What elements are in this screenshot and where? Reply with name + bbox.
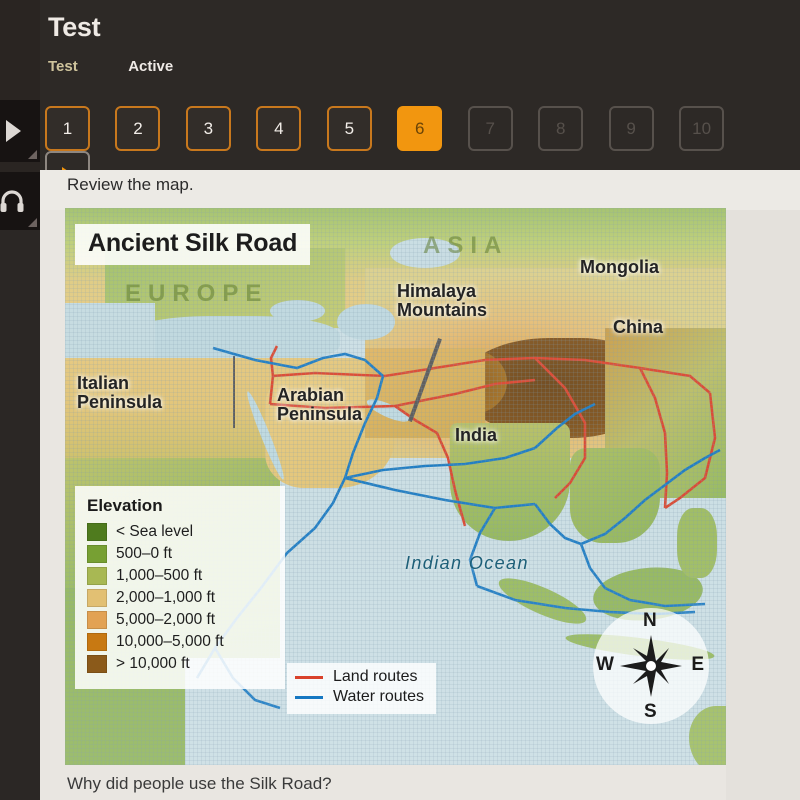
pointer-icon[interactable] <box>0 100 40 162</box>
question-button-10[interactable]: 10 <box>679 106 725 151</box>
compass-south: S <box>644 701 657 722</box>
compass-north: N <box>643 610 657 631</box>
continent-label-europe: EUROPE <box>125 280 269 307</box>
app-header: Test Test Active 1 2 3 4 5 6 7 8 9 10 <box>0 0 800 230</box>
question-button-1[interactable]: 1 <box>45 106 90 151</box>
question-button-5[interactable]: 5 <box>326 106 372 151</box>
page-right-gutter <box>726 210 800 800</box>
place-label-himalaya-mountains: Himalaya Mountains <box>397 281 487 321</box>
question-button-3[interactable]: 3 <box>185 106 231 151</box>
legend-item: 2,000–1,000 ft <box>87 589 275 607</box>
place-label-india: India <box>455 425 498 445</box>
tab-test[interactable]: Test <box>48 58 78 75</box>
compass-east: E <box>691 654 704 675</box>
question-button-8[interactable]: 8 <box>538 106 584 151</box>
ocean-label-indian-ocean: Indian Ocean <box>405 553 529 573</box>
route-legend-item: Water routes <box>295 688 424 706</box>
tab-active[interactable]: Active <box>128 58 173 75</box>
compass-west: W <box>596 654 614 675</box>
land-route-swatch <box>295 675 323 679</box>
legend-swatch <box>87 589 107 607</box>
legend-label: 5,000–2,000 ft <box>116 611 216 628</box>
legend-swatch <box>87 633 107 651</box>
legend-item: < Sea level <box>87 523 275 541</box>
legend-label: < Sea level <box>116 523 194 540</box>
review-prompt: Review the map. <box>67 175 194 194</box>
headphones-glyph <box>0 190 24 212</box>
legend-swatch <box>87 523 107 541</box>
continent-label-asia: ASIA <box>423 232 509 259</box>
place-label-italian-peninsula: Italian Peninsula <box>77 373 163 413</box>
silk-road-map: Ancient Silk Road EUROPE ASIA Mongolia H… <box>65 208 726 765</box>
scale-marker <box>233 356 235 428</box>
headphones-icon[interactable] <box>0 172 40 230</box>
place-label-arabian-peninsula: Arabian Peninsula <box>277 385 363 425</box>
legend-swatch <box>87 567 107 585</box>
water-route-label: Water routes <box>333 688 424 705</box>
legend-label: 1,000–500 ft <box>116 567 203 584</box>
compass-rose: N S W E <box>593 608 709 724</box>
legend-swatch <box>87 545 107 563</box>
legend-label: 500–0 ft <box>116 545 173 562</box>
legend-item: 10,000–5,000 ft <box>87 633 275 651</box>
legend-label: 10,000–5,000 ft <box>116 633 224 650</box>
legend-title: Elevation <box>87 496 163 515</box>
elevation-legend: Elevation < Sea level 500–0 ft 1,000–500… <box>75 486 285 689</box>
screen: Test Test Active 1 2 3 4 5 6 7 8 9 10 Re… <box>0 0 800 800</box>
question-button-6[interactable]: 6 <box>397 106 443 151</box>
question-button-9[interactable]: 9 <box>608 106 654 151</box>
question-button-2[interactable]: 2 <box>115 106 161 151</box>
question-page: Review the map. Why did people use the S… <box>40 170 800 800</box>
place-label-china: China <box>613 317 664 337</box>
page-title: Test <box>48 12 101 42</box>
legend-label: > 10,000 ft <box>116 655 190 672</box>
question-button-4[interactable]: 4 <box>256 106 302 151</box>
legend-item: > 10,000 ft <box>87 655 275 673</box>
legend-swatch <box>87 655 107 673</box>
legend-label: 2,000–1,000 ft <box>116 589 216 606</box>
route-legend: Land routes Water routes <box>287 663 436 714</box>
map-title: Ancient Silk Road <box>75 224 311 265</box>
route-legend-item: Land routes <box>295 668 424 686</box>
tab-bar: Test Active <box>48 58 173 76</box>
question-text: Why did people use the Silk Road? <box>67 774 332 793</box>
legend-item: 500–0 ft <box>87 545 275 563</box>
legend-item: 5,000–2,000 ft <box>87 611 275 629</box>
legend-item: 1,000–500 ft <box>87 567 275 585</box>
map-canvas: Ancient Silk Road EUROPE ASIA Mongolia H… <box>65 208 726 765</box>
question-button-7[interactable]: 7 <box>467 106 513 151</box>
land-route-label: Land routes <box>333 668 418 685</box>
legend-swatch <box>87 611 107 629</box>
compass-rose-icon <box>620 635 682 697</box>
water-route-swatch <box>295 695 323 699</box>
place-label-mongolia: Mongolia <box>580 257 659 277</box>
